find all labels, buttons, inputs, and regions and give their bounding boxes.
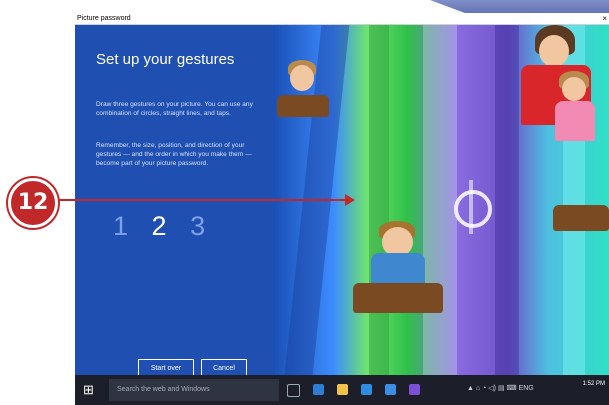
windows-logo-icon[interactable]: ⊞ bbox=[83, 383, 97, 397]
step-2-active: 2 bbox=[151, 211, 167, 241]
chevron-up-icon[interactable]: ▲ bbox=[467, 385, 474, 392]
step-1: 1 bbox=[113, 211, 129, 241]
clock[interactable]: 1:52 PM bbox=[583, 380, 605, 388]
burlap-sack bbox=[277, 95, 329, 117]
face bbox=[290, 65, 314, 91]
store-icon[interactable] bbox=[361, 384, 372, 395]
close-icon[interactable]: × bbox=[602, 13, 607, 24]
file-explorer-icon[interactable] bbox=[337, 384, 348, 395]
language-indicator[interactable]: ENG bbox=[519, 385, 534, 392]
mail-icon[interactable] bbox=[385, 384, 396, 395]
wifi-icon[interactable]: ◔ bbox=[482, 385, 486, 392]
face bbox=[539, 35, 569, 67]
volume-icon[interactable]: ◁) bbox=[488, 385, 496, 392]
callout-line bbox=[56, 199, 346, 201]
step-callout-badge: 12 bbox=[8, 178, 58, 228]
pink-shirt bbox=[555, 101, 595, 141]
task-view-icon[interactable] bbox=[287, 384, 300, 397]
burlap-sack bbox=[553, 205, 609, 231]
system-tray: ▲ ⌂ ◔ ◁) ▤ ⌨ ENG bbox=[467, 384, 534, 392]
edge-icon[interactable] bbox=[313, 384, 324, 395]
taskbar: ⊞ Search the web and Windows ▲ ⌂ ◔ ◁) ▤ … bbox=[75, 375, 609, 405]
title-bar: Picture password × bbox=[75, 13, 609, 25]
network-icon[interactable]: ⌂ bbox=[476, 385, 480, 392]
window-title: Picture password bbox=[77, 15, 131, 22]
slide-lane-shade bbox=[423, 25, 457, 375]
keyboard-icon[interactable]: ⌨ bbox=[507, 385, 517, 392]
settings-gear-icon[interactable] bbox=[409, 384, 420, 395]
slide-lane-shade bbox=[369, 25, 389, 375]
notification-icon[interactable]: ▤ bbox=[498, 385, 505, 392]
step-3: 3 bbox=[190, 211, 206, 241]
picture-password-window: Picture password × Set up your gestures … bbox=[75, 13, 609, 405]
reminder-text: Remember, the size, position, and direct… bbox=[96, 142, 252, 167]
burlap-sack bbox=[353, 283, 443, 313]
instructions-text: Draw three gestures on your picture. You… bbox=[96, 101, 253, 117]
tap-gesture-marker bbox=[454, 180, 492, 234]
callout-arrow-head bbox=[345, 194, 355, 206]
gesture-steps: 1 2 3 bbox=[113, 211, 221, 242]
slide-lane-shade bbox=[495, 25, 519, 375]
face bbox=[562, 77, 586, 101]
panel-heading: Set up your gestures bbox=[96, 51, 235, 68]
search-box[interactable]: Search the web and Windows bbox=[109, 379, 279, 401]
